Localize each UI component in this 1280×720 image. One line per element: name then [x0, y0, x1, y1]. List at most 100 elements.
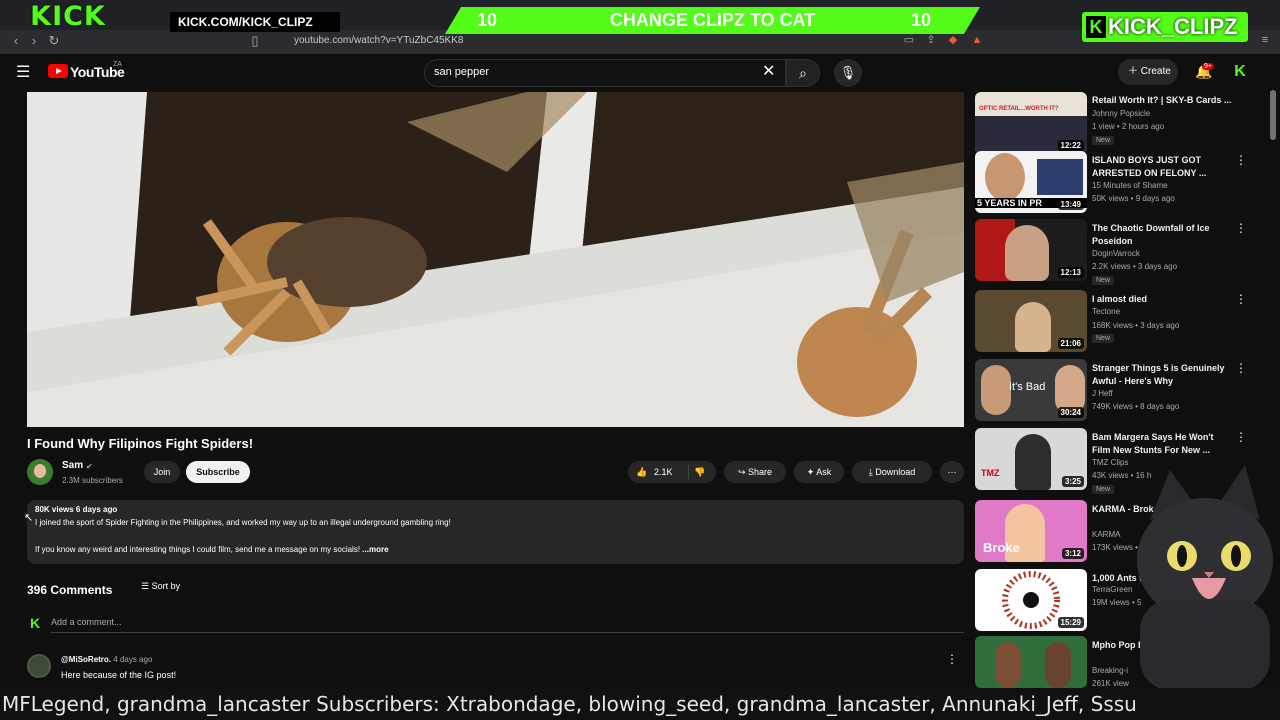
bookmark-icon[interactable]: ▯: [247, 33, 263, 49]
thumbnail-text: It's Bad: [1009, 381, 1046, 393]
recommended-video[interactable]: OPTIC RETAIL...WORTH IT? 12:22 Retail Wo…: [974, 92, 1264, 158]
channel-name[interactable]: 15 Minutes of Shame: [1092, 181, 1168, 190]
youtube-logo-icon[interactable]: [48, 64, 68, 78]
video-title[interactable]: ISLAND BOYS JUST GOT ARRESTED ON FELONY …: [1092, 154, 1232, 180]
like-count: 2.1K: [654, 467, 673, 477]
video-thumbnail[interactable]: It's Bad 30:24: [975, 359, 1087, 421]
subscriber-count: 2.3M subscribers: [62, 476, 123, 485]
brave-shield-icon[interactable]: ◆: [946, 33, 960, 47]
account-avatar[interactable]: K: [1231, 63, 1249, 81]
channel-name[interactable]: DoginVarrock: [1092, 249, 1140, 258]
install-icon[interactable]: ▭: [902, 33, 916, 47]
comment-username[interactable]: @MiSoRetro.: [61, 655, 111, 664]
video-duration: 15:29: [1057, 617, 1084, 628]
channel-name[interactable]: Sam: [62, 460, 83, 471]
recommended-video[interactable]: It's Bad 30:24 Stranger Things 5 is Genu…: [974, 359, 1264, 425]
video-frame-image: [27, 92, 964, 427]
create-button[interactable]: ＋ Create: [1118, 59, 1178, 85]
description-line-2: If you know any weird and interesting th…: [35, 545, 389, 554]
ask-button[interactable]: ✦ Ask: [794, 461, 844, 483]
new-badge: New: [1092, 334, 1115, 343]
video-thumbnail[interactable]: Broke 3:12: [975, 500, 1087, 562]
recommended-video[interactable]: 21:06 I almost died Tectone 168K views •…: [974, 290, 1264, 356]
video-menu-icon[interactable]: ⋮: [1235, 361, 1247, 375]
address-bar[interactable]: youtube.com/watch?v=YTuZbC45KK8: [270, 32, 790, 50]
forward-icon[interactable]: ›: [26, 33, 42, 49]
kick-k-icon: K: [1086, 16, 1106, 38]
video-menu-icon[interactable]: ⋮: [1235, 221, 1247, 235]
video-title[interactable]: Stranger Things 5 is Genuinely Awful - H…: [1092, 362, 1232, 388]
share-label: Share: [748, 467, 773, 477]
channel-name[interactable]: TMZ Clips: [1092, 458, 1128, 467]
video-title[interactable]: The Chaotic Downfall of Ice Poseidon: [1092, 222, 1232, 248]
channel-name[interactable]: Tectone: [1092, 307, 1120, 316]
video-player[interactable]: [27, 92, 964, 427]
search-input[interactable]: san pepper: [434, 66, 489, 78]
recommended-video[interactable]: 12:13 The Chaotic Downfall of Ice Poseid…: [974, 219, 1264, 285]
like-dislike-bar[interactable]: 👍 2.1K 👎: [628, 461, 716, 483]
like-divider: [688, 465, 689, 479]
video-thumbnail[interactable]: TMZ 3:25: [975, 428, 1087, 490]
video-duration: 30:24: [1057, 407, 1084, 418]
channel-avatar[interactable]: [27, 459, 53, 485]
video-meta: 2.2K views • 3 days ago: [1092, 262, 1178, 271]
description-line-1: I joined the sport of Spider Fighting in…: [35, 518, 451, 527]
video-meta: 749K views • 8 days ago: [1092, 402, 1180, 411]
comment-avatar[interactable]: [27, 654, 51, 678]
channel-name[interactable]: TerraGreen: [1092, 585, 1132, 594]
video-meta: 1 view • 2 hours ago: [1092, 122, 1165, 131]
browser-menu-icon[interactable]: ≡: [1258, 33, 1272, 47]
video-thumbnail[interactable]: [975, 636, 1087, 688]
search-icon: ⌕: [799, 65, 807, 81]
video-duration: 3:12: [1061, 548, 1084, 559]
share-page-icon[interactable]: ⇪: [924, 33, 938, 47]
dislike-icon[interactable]: 👎: [694, 461, 705, 483]
more-actions-icon[interactable]: ⋯: [940, 461, 964, 483]
voice-search-icon[interactable]: 🎙: [834, 59, 862, 87]
video-menu-icon[interactable]: ⋮: [1235, 430, 1247, 444]
recommended-video[interactable]: 5 YEARS IN PR 13:49 ISLAND BOYS JUST GOT…: [974, 151, 1264, 217]
share-button[interactable]: ↪ Share: [724, 461, 786, 483]
channel-name[interactable]: J Heff: [1092, 389, 1113, 398]
comment-input-underline: [51, 632, 964, 633]
video-meta: 50K views • 9 days ago: [1092, 194, 1175, 203]
cat-avatar-overlay: [1130, 460, 1280, 690]
download-button[interactable]: ⤓ Download: [852, 461, 932, 483]
channel-name[interactable]: KARMA: [1092, 530, 1120, 539]
menu-icon[interactable]: ☰: [16, 65, 32, 81]
add-comment-input[interactable]: Add a comment...: [51, 617, 122, 627]
video-thumbnail[interactable]: 15:29: [975, 569, 1087, 631]
ask-label: Ask: [816, 467, 832, 477]
video-title[interactable]: I almost died: [1092, 293, 1232, 306]
video-title[interactable]: Bam Margera Says He Won't Film New Stunt…: [1092, 431, 1232, 457]
sort-comments-button[interactable]: ☰ Sort by: [141, 581, 180, 592]
kick-logo: KICK: [30, 1, 106, 32]
channel-name[interactable]: Johnny Popsicle: [1092, 109, 1150, 118]
back-icon[interactable]: ‹: [8, 33, 24, 49]
comment-menu-icon[interactable]: ⋮: [946, 652, 958, 666]
search-button[interactable]: ⌕: [786, 59, 820, 87]
comment-author[interactable]: @MiSoRetro. 4 days ago: [61, 655, 152, 664]
video-title[interactable]: Retail Worth It? | SKY-B Cards ...: [1092, 94, 1232, 107]
brave-rewards-icon[interactable]: ▲: [970, 33, 984, 47]
video-duration: 3:25: [1061, 476, 1084, 487]
join-button[interactable]: Join: [144, 461, 180, 483]
download-label: Download: [875, 467, 916, 477]
new-badge: New: [1092, 136, 1115, 145]
video-menu-icon[interactable]: ⋮: [1235, 292, 1247, 306]
video-meta: 168K views • 3 days ago: [1092, 321, 1180, 330]
subscribe-button[interactable]: Subscribe: [186, 461, 250, 483]
clear-search-icon[interactable]: ✕: [762, 64, 775, 80]
channel-name[interactable]: Breaking-i: [1092, 666, 1128, 675]
video-menu-icon[interactable]: ⋮: [1235, 153, 1247, 167]
like-icon[interactable]: 👍: [636, 461, 647, 483]
video-thumbnail[interactable]: 21:06: [975, 290, 1087, 352]
sidebar-scrollbar[interactable]: [1270, 90, 1276, 140]
comment-count: 396 Comments: [27, 583, 113, 597]
video-thumbnail[interactable]: 12:13: [975, 219, 1087, 281]
video-thumbnail[interactable]: OPTIC RETAIL...WORTH IT? 12:22: [975, 92, 1087, 154]
description-more-link[interactable]: ...more: [362, 545, 388, 554]
video-thumbnail[interactable]: 5 YEARS IN PR 13:49: [975, 151, 1087, 213]
description-box[interactable]: [27, 500, 964, 564]
reload-icon[interactable]: ↻: [46, 33, 62, 49]
